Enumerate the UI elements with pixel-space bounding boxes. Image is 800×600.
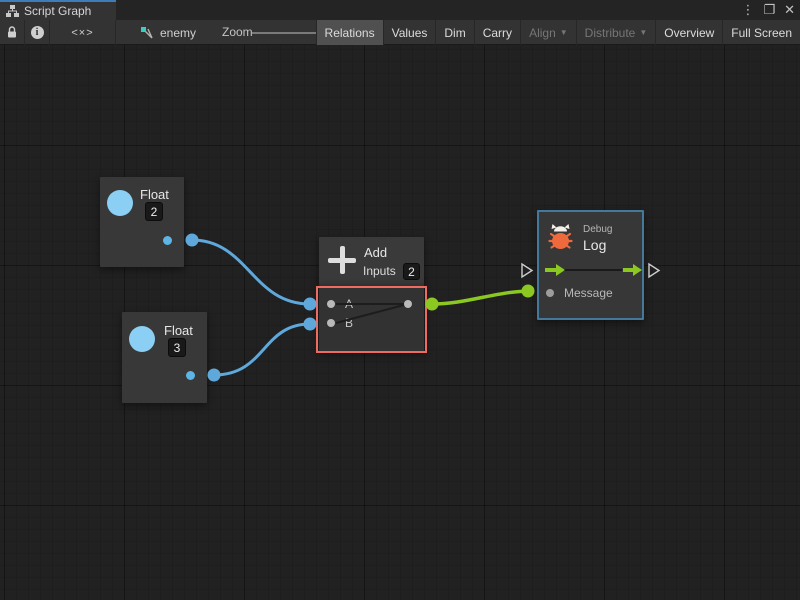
script-graph-asset-icon bbox=[140, 26, 154, 40]
zoom-label: Zoom bbox=[222, 20, 253, 45]
chevron-down-icon: ▼ bbox=[639, 28, 647, 37]
add-input-b-port[interactable] bbox=[327, 319, 335, 327]
float-output-preview-port[interactable] bbox=[107, 190, 133, 216]
toolbar-buttons: Relations Values Dim Carry Align▼ Distri… bbox=[316, 20, 800, 45]
float-output-port[interactable] bbox=[163, 236, 172, 245]
graph-hierarchy-icon bbox=[6, 5, 19, 17]
graph-reference[interactable]: enemy bbox=[140, 20, 196, 45]
inputs-count-field[interactable]: 2 bbox=[403, 263, 420, 280]
tab-bar: Script Graph ⋮ ❐ ✕ bbox=[0, 0, 800, 20]
tab-title: Script Graph bbox=[24, 4, 91, 18]
add-input-a-port[interactable] bbox=[327, 300, 335, 308]
add-output-port[interactable] bbox=[404, 300, 412, 308]
node-title: Add bbox=[364, 245, 387, 260]
plus-icon bbox=[328, 246, 356, 274]
code-icon: <×> bbox=[71, 27, 93, 39]
node-category: Debug bbox=[583, 224, 612, 235]
toolbar: i <×> enemy Zoom 1x Relations Values Dim… bbox=[0, 20, 800, 45]
distribute-dropdown[interactable]: Distribute▼ bbox=[576, 20, 656, 45]
window-controls: ⋮ ❐ ✕ bbox=[741, 0, 795, 20]
dim-button[interactable]: Dim bbox=[435, 20, 473, 45]
lock-icon bbox=[6, 26, 18, 39]
full-screen-button[interactable]: Full Screen bbox=[722, 20, 800, 45]
bug-icon bbox=[547, 222, 574, 251]
message-input-port[interactable] bbox=[546, 289, 554, 297]
info-icon: i bbox=[31, 26, 44, 39]
script-graph-window: Script Graph ⋮ ❐ ✕ i <×> enemy bbox=[0, 0, 800, 600]
maximize-icon[interactable]: ❐ bbox=[763, 0, 775, 20]
overview-button[interactable]: Overview bbox=[655, 20, 722, 45]
add-node-header[interactable]: Add Inputs 2 bbox=[319, 237, 424, 284]
info-button[interactable]: i bbox=[25, 20, 50, 45]
message-port-label: Message bbox=[564, 286, 613, 300]
add-node-body[interactable]: A B bbox=[319, 284, 424, 351]
float-value-field[interactable]: 3 bbox=[168, 338, 186, 357]
float-node-1[interactable]: Float 2 bbox=[100, 177, 184, 267]
graph-name-label: enemy bbox=[160, 26, 196, 40]
port-b-label: B bbox=[345, 316, 353, 330]
debug-log-node[interactable]: Debug Log Message bbox=[537, 210, 644, 320]
float-output-preview-port[interactable] bbox=[129, 326, 155, 352]
chevron-down-icon: ▼ bbox=[560, 28, 568, 37]
float-value-field[interactable]: 2 bbox=[145, 202, 163, 221]
inputs-label: Inputs bbox=[363, 264, 396, 278]
tab-script-graph[interactable]: Script Graph bbox=[0, 0, 116, 20]
node-title: Float bbox=[140, 187, 169, 202]
relations-button[interactable]: Relations bbox=[316, 20, 383, 45]
edit-graph-button[interactable]: <×> bbox=[50, 20, 116, 45]
port-a-label: A bbox=[345, 297, 353, 311]
float-output-port[interactable] bbox=[186, 371, 195, 380]
close-icon[interactable]: ✕ bbox=[784, 0, 795, 20]
menu-icon[interactable]: ⋮ bbox=[741, 0, 754, 20]
align-dropdown[interactable]: Align▼ bbox=[520, 20, 576, 45]
carry-button[interactable]: Carry bbox=[474, 20, 520, 45]
lock-button[interactable] bbox=[0, 20, 25, 45]
node-title: Float bbox=[164, 323, 193, 338]
values-button[interactable]: Values bbox=[383, 20, 436, 45]
node-title: Log bbox=[583, 237, 606, 253]
float-node-2[interactable]: Float 3 bbox=[122, 312, 207, 403]
graph-canvas[interactable]: Float 2 Float 3 Add Inputs 2 bbox=[0, 45, 800, 600]
